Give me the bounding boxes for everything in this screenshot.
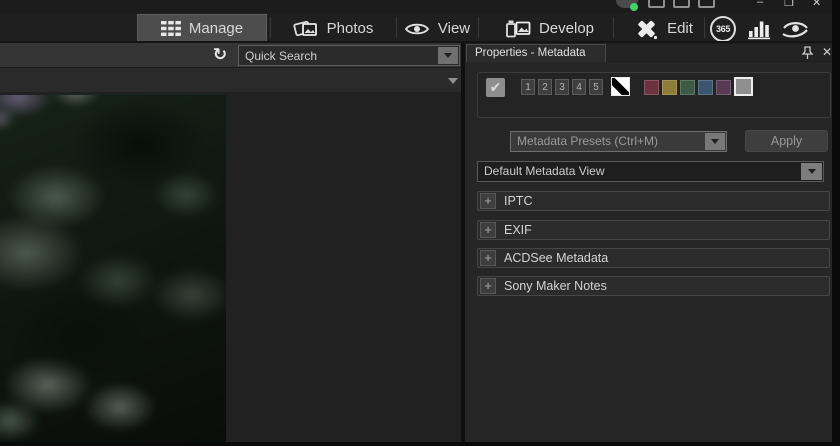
color-label-red[interactable] xyxy=(644,80,659,95)
check-icon: ✔ xyxy=(489,79,502,96)
tagged-checkbox[interactable]: ✔ xyxy=(486,78,505,97)
section-label: ACDSee Metadata xyxy=(504,251,609,265)
rating-button-4[interactable]: 4 xyxy=(572,79,586,95)
photo-thumbnail[interactable] xyxy=(0,95,226,442)
layout-pane-button-1[interactable] xyxy=(648,0,665,8)
section-iptc[interactable]: + IPTC xyxy=(477,191,830,211)
section-label: IPTC xyxy=(504,194,533,208)
properties-tab-strip: Properties - Metadata ✕ xyxy=(465,44,832,62)
metadata-presets-dropdown[interactable]: Metadata Presets (Ctrl+M) xyxy=(510,131,727,152)
auto-advance-eye-icon[interactable] xyxy=(779,15,811,43)
photo-image xyxy=(0,95,226,442)
acdsee-window: – ❐ ✕ Manage Photos View Develop Edit 36… xyxy=(0,0,840,446)
quick-search-box xyxy=(238,45,460,66)
chevron-down-icon xyxy=(711,139,719,144)
restore-button[interactable]: ❐ xyxy=(784,0,794,9)
view-dropdown-button[interactable] xyxy=(801,163,822,180)
tab-separator xyxy=(704,17,705,38)
edit-icon xyxy=(635,18,659,40)
rating-button-3[interactable]: 3 xyxy=(555,79,569,95)
rating-button-1[interactable]: 1 xyxy=(521,79,535,95)
metadata-presets-value: Metadata Presets (Ctrl+M) xyxy=(517,134,659,148)
color-label-purple[interactable] xyxy=(716,80,731,95)
color-label-none-selected[interactable] xyxy=(734,77,753,96)
browser-toolbar: ↻ xyxy=(0,43,462,68)
expand-plus-icon[interactable]: + xyxy=(480,250,496,266)
filter-strip xyxy=(0,68,462,92)
acdsee-365-icon[interactable]: 365 xyxy=(710,16,736,42)
badge-365-label: 365 xyxy=(715,24,731,34)
window-edge-right xyxy=(832,0,840,446)
tab-separator xyxy=(478,17,479,38)
mode-tab-bar: Manage Photos View Develop Edit 365 xyxy=(0,13,840,43)
tab-photos-label: Photos xyxy=(326,20,374,37)
section-label: EXIF xyxy=(504,223,532,237)
tab-edit-label: Edit xyxy=(667,20,693,37)
refresh-icon[interactable]: ↻ xyxy=(208,44,232,66)
quick-search-input[interactable] xyxy=(239,46,459,65)
metadata-view-value: Default Metadata View xyxy=(484,164,605,178)
tab-view-label: View xyxy=(437,20,471,37)
layout-pane-button-3[interactable] xyxy=(698,0,715,8)
window-edge-bottom xyxy=(0,442,840,446)
tab-separator xyxy=(270,17,271,38)
tab-develop-label: Develop xyxy=(538,20,595,37)
pin-icon[interactable] xyxy=(801,46,814,60)
properties-metadata-tab[interactable]: Properties - Metadata xyxy=(466,44,606,62)
collapse-caret-icon[interactable] xyxy=(448,78,458,84)
search-dropdown-button[interactable] xyxy=(438,47,458,64)
apply-button[interactable]: Apply xyxy=(745,130,828,152)
expand-plus-icon[interactable]: + xyxy=(480,278,496,294)
minimize-button[interactable]: – xyxy=(757,0,763,8)
layout-pane-button-2[interactable] xyxy=(673,0,690,8)
section-label: Sony Maker Notes xyxy=(504,279,607,293)
grid-icon xyxy=(160,21,181,36)
metadata-view-dropdown[interactable]: Default Metadata View xyxy=(477,161,824,182)
tab-develop[interactable]: Develop xyxy=(494,14,606,43)
tab-photos[interactable]: Photos xyxy=(272,14,394,43)
rating-button-5[interactable]: 5 xyxy=(589,79,603,95)
title-bar: – ❐ ✕ xyxy=(0,0,840,13)
expand-plus-icon[interactable]: + xyxy=(480,193,496,209)
chevron-down-icon xyxy=(807,169,816,174)
close-window-button[interactable]: ✕ xyxy=(812,0,821,9)
tab-separator xyxy=(396,17,397,38)
photos-icon xyxy=(293,19,319,39)
color-label-yellow[interactable] xyxy=(662,80,677,95)
tab-manage-label: Manage xyxy=(188,20,244,37)
rating-button-2[interactable]: 2 xyxy=(538,79,552,95)
tab-manage[interactable]: Manage xyxy=(137,14,267,43)
presets-dropdown-button[interactable] xyxy=(705,133,725,150)
section-acdsee-metadata[interactable]: + ACDSee Metadata xyxy=(477,248,830,268)
properties-panel: Properties - Metadata ✕ ✔ 1 2 3 4 5 Meta… xyxy=(465,44,832,442)
chevron-down-icon xyxy=(444,53,452,58)
color-label-green[interactable] xyxy=(680,80,695,95)
dashboard-chart-icon[interactable] xyxy=(745,16,773,42)
tab-view[interactable]: View xyxy=(400,14,474,43)
clear-rating-button[interactable] xyxy=(611,77,630,96)
color-label-blue[interactable] xyxy=(698,80,713,95)
expand-plus-icon[interactable]: + xyxy=(480,222,496,238)
section-sony-maker-notes[interactable]: + Sony Maker Notes xyxy=(477,276,830,296)
tab-separator xyxy=(613,17,614,38)
section-exif[interactable]: + EXIF xyxy=(477,220,830,240)
rating-label-group: ✔ 1 2 3 4 5 xyxy=(477,72,831,118)
tab-edit[interactable]: Edit xyxy=(624,14,704,43)
sync-status-dot xyxy=(630,3,638,11)
develop-icon xyxy=(506,19,531,38)
eye-icon xyxy=(404,21,430,37)
